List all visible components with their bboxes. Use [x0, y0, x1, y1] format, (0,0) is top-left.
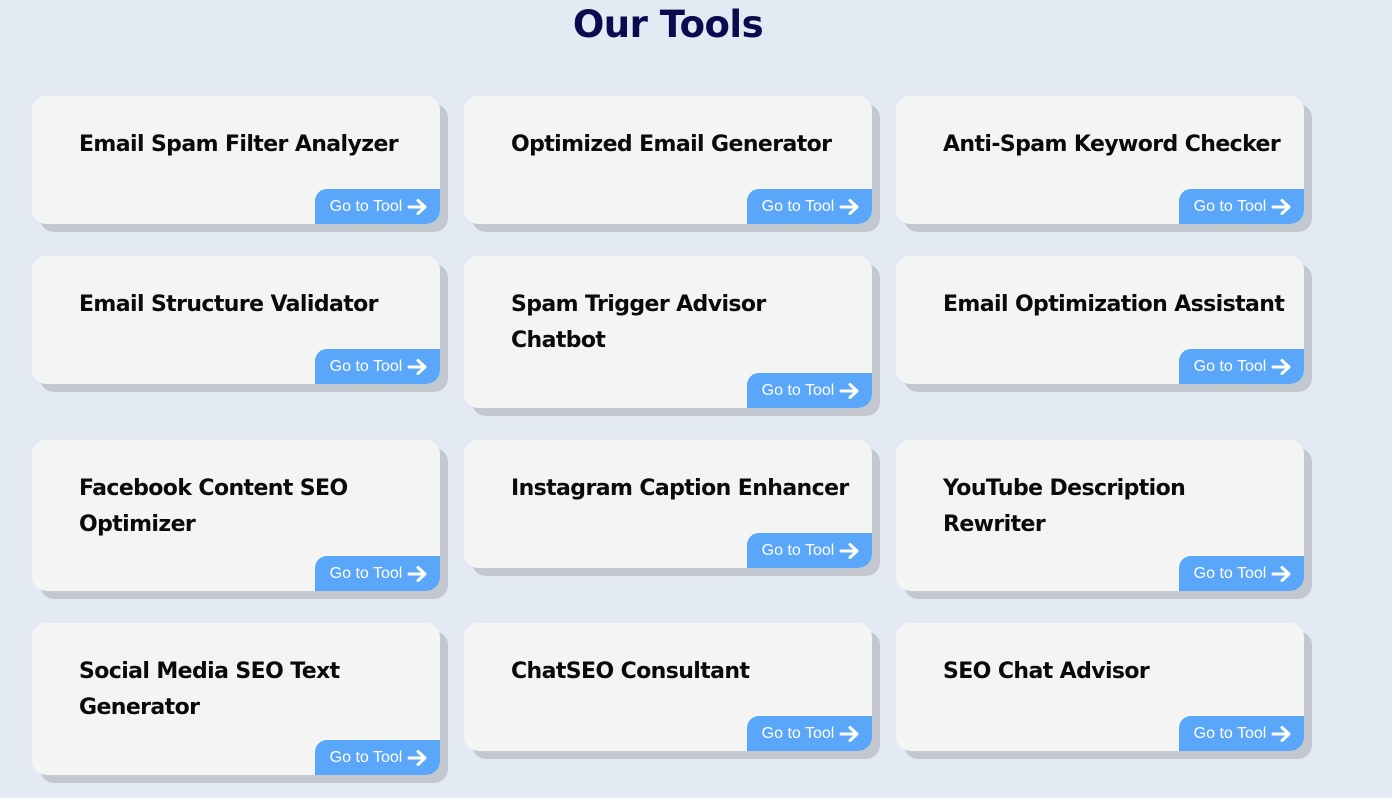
tool-card-title: Anti-Spam Keyword Checker	[943, 132, 1281, 157]
tool-card-title: SEO Chat Advisor	[943, 659, 1150, 684]
tool-card-social-media-seo-text-generator: Social Media SEO Text Generator Go to To…	[32, 623, 440, 775]
go-to-tool-label: Go to Tool	[761, 381, 835, 399]
tool-card-title: ChatSEO Consultant	[511, 659, 750, 684]
tool-card-email-structure-validator: Email Structure Validator Go to Tool	[32, 256, 440, 384]
go-to-tool-button[interactable]: Go to Tool	[1179, 556, 1304, 591]
tool-card-title: Email Structure Validator	[79, 292, 378, 317]
arrow-right-icon	[839, 542, 861, 560]
go-to-tool-label: Go to Tool	[329, 357, 403, 375]
tool-card-title: Facebook Content SEO Optimizer	[79, 476, 348, 537]
go-to-tool-button[interactable]: Go to Tool	[747, 189, 872, 224]
tool-card-title: Optimized Email Generator	[511, 132, 832, 157]
tool-card-youtube-description-rewriter: YouTube Description Rewriter Go to Tool	[896, 440, 1304, 591]
go-to-tool-label: Go to Tool	[1193, 724, 1267, 742]
go-to-tool-label: Go to Tool	[329, 564, 403, 582]
tool-card-title: Spam Trigger Advisor Chatbot	[511, 292, 766, 353]
go-to-tool-button[interactable]: Go to Tool	[315, 349, 440, 384]
arrow-right-icon	[407, 198, 429, 216]
tool-card-title: Email Spam Filter Analyzer	[79, 132, 399, 157]
go-to-tool-label: Go to Tool	[761, 724, 835, 742]
arrow-right-icon	[839, 382, 861, 400]
page-title: Our Tools	[572, 3, 764, 46]
tool-card-title: Instagram Caption Enhancer	[511, 476, 849, 501]
go-to-tool-label: Go to Tool	[761, 197, 835, 215]
tool-card-email-optimization-assistant: Email Optimization Assistant Go to Tool	[896, 256, 1304, 384]
tool-card-seo-chat-advisor: SEO Chat Advisor Go to Tool	[896, 623, 1304, 751]
go-to-tool-button[interactable]: Go to Tool	[747, 373, 872, 408]
go-to-tool-label: Go to Tool	[329, 197, 403, 215]
arrow-right-icon	[1271, 198, 1293, 216]
tool-card-facebook-content-seo-optimizer: Facebook Content SEO Optimizer Go to Too…	[32, 440, 440, 591]
go-to-tool-button[interactable]: Go to Tool	[315, 556, 440, 591]
go-to-tool-label: Go to Tool	[761, 541, 835, 559]
tool-card-title: Email Optimization Assistant	[943, 292, 1285, 317]
arrow-right-icon	[1271, 725, 1293, 743]
go-to-tool-button[interactable]: Go to Tool	[1179, 716, 1304, 751]
arrow-right-icon	[407, 358, 429, 376]
tool-card-spam-trigger-advisor-chatbot: Spam Trigger Advisor Chatbot Go to Tool	[464, 256, 872, 408]
go-to-tool-button[interactable]: Go to Tool	[315, 740, 440, 775]
go-to-tool-button[interactable]: Go to Tool	[747, 716, 872, 751]
tool-card-optimized-email-generator: Optimized Email Generator Go to Tool	[464, 96, 872, 224]
tool-card-chatseo-consultant: ChatSEO Consultant Go to Tool	[464, 623, 872, 751]
go-to-tool-button[interactable]: Go to Tool	[1179, 349, 1304, 384]
tool-card-instagram-caption-enhancer: Instagram Caption Enhancer Go to Tool	[464, 440, 872, 568]
go-to-tool-label: Go to Tool	[1193, 564, 1267, 582]
go-to-tool-button[interactable]: Go to Tool	[315, 189, 440, 224]
arrow-right-icon	[1271, 358, 1293, 376]
arrow-right-icon	[839, 725, 861, 743]
tool-card-anti-spam-keyword-checker: Anti-Spam Keyword Checker Go to Tool	[896, 96, 1304, 224]
go-to-tool-button[interactable]: Go to Tool	[1179, 189, 1304, 224]
go-to-tool-label: Go to Tool	[1193, 197, 1267, 215]
arrow-right-icon	[407, 749, 429, 767]
arrow-right-icon	[839, 198, 861, 216]
go-to-tool-button[interactable]: Go to Tool	[747, 533, 872, 568]
go-to-tool-label: Go to Tool	[329, 748, 403, 766]
tool-card-title: Social Media SEO Text Generator	[79, 659, 340, 720]
tool-card-email-spam-filter-analyzer: Email Spam Filter Analyzer Go to Tool	[32, 96, 440, 224]
tool-card-title: YouTube Description Rewriter	[943, 476, 1186, 537]
arrow-right-icon	[1271, 565, 1293, 583]
arrow-right-icon	[407, 565, 429, 583]
go-to-tool-label: Go to Tool	[1193, 357, 1267, 375]
